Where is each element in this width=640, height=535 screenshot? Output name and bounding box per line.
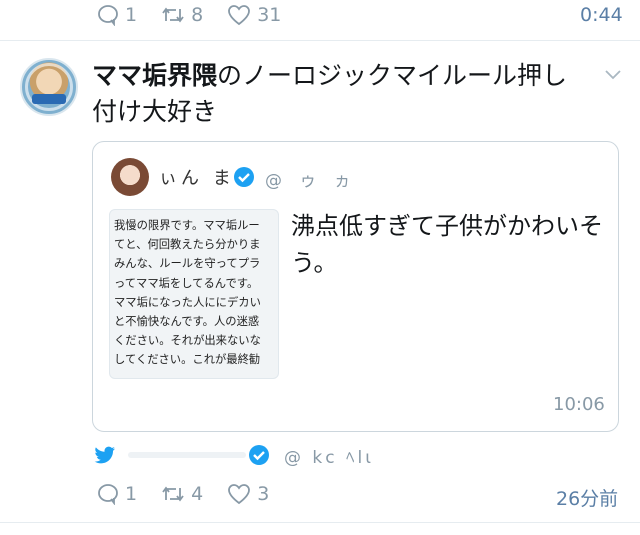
quoted-author-name: ぃん ま <box>159 168 235 189</box>
image-text-line: してください。これが最終勧 <box>114 353 261 367</box>
verified-badge-icon <box>248 444 270 470</box>
retweet-button[interactable]: 4 <box>161 483 203 505</box>
reply-count: 1 <box>125 483 138 505</box>
image-text-line: みんな、ルールを守ってプラ <box>114 257 261 271</box>
image-text-line: 我慢の限界です。ママ垢ルー <box>114 219 260 232</box>
tweet-text: ママ垢界隈のノーロジックマイルール押し付け大好き <box>92 58 592 130</box>
tweet-divider <box>0 522 640 523</box>
like-button[interactable]: 31 <box>227 4 281 26</box>
tweet-actions: 1 4 3 <box>97 482 269 506</box>
image-text-line: ママ垢になった人ににデカい <box>114 295 261 309</box>
quoted-tweet-timestamp[interactable]: 10:06 <box>553 394 605 415</box>
retweet-button[interactable]: 8 <box>161 4 203 26</box>
author-avatar[interactable] <box>20 58 78 116</box>
quoted-tweet-card[interactable]: ぃん ま @ ゥ ヵ 我慢の限界です。ママ垢ルー てと、何回教えたら分かりま み… <box>92 141 619 432</box>
like-button[interactable]: 3 <box>227 483 269 505</box>
tweet-divider <box>0 40 640 41</box>
like-count: 3 <box>257 483 270 505</box>
image-text-line: と不愉快なんです。人の迷惑 <box>114 315 260 329</box>
blurred-name <box>128 452 246 458</box>
reply-icon <box>98 484 118 505</box>
quoted-author-handle: @ ゥ ヵ <box>265 171 357 191</box>
retweet-icon <box>162 7 184 23</box>
quoted-author-avatar[interactable] <box>111 158 149 196</box>
reply-count: 1 <box>125 4 138 26</box>
quoted-tweet-text: 沸点低すぎて子供がかわいそう。 <box>291 212 603 277</box>
like-count: 31 <box>257 4 282 26</box>
chevron-down-icon <box>605 70 621 80</box>
source-line <box>94 443 116 467</box>
retweet-count: 8 <box>191 4 204 26</box>
reply-icon <box>98 5 118 26</box>
tweet-menu-button[interactable] <box>604 66 622 85</box>
retweet-icon <box>162 486 184 502</box>
top-tweet-actions: 1 8 31 <box>97 3 281 27</box>
top-tweet-timestamp[interactable]: 0:44 <box>580 4 623 26</box>
quoted-tweet-image[interactable]: 我慢の限界です。ママ垢ルー てと、何回教えたら分かりま みんな、ルールを守ってプ… <box>109 209 279 379</box>
heart-icon <box>228 484 251 505</box>
image-text-line: ってママ垢をしてるんです。 <box>114 276 259 290</box>
retweet-count: 4 <box>191 483 204 505</box>
image-text-line: ください。それが出来ないな <box>114 334 261 348</box>
reply-button[interactable]: 1 <box>97 483 137 505</box>
tweet-relative-time[interactable]: 26分前 <box>556 484 618 511</box>
image-text-line: てと、何回教えたら分かりま <box>114 238 261 252</box>
verified-badge-icon <box>233 166 255 192</box>
twitter-bird-icon <box>94 446 115 464</box>
reply-button[interactable]: 1 <box>97 4 137 26</box>
author-name[interactable]: ママ垢界隈 <box>92 61 217 90</box>
source-handle[interactable]: @ kc ﾍlι <box>284 443 374 468</box>
heart-icon <box>228 5 251 26</box>
